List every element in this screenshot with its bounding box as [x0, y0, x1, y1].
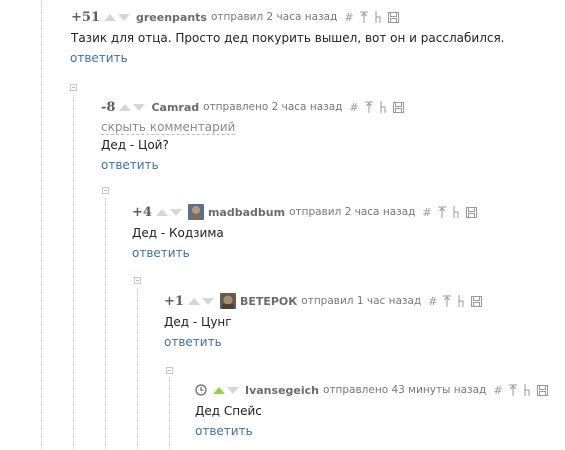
comment-rating: +51	[71, 9, 100, 25]
branch-icon[interactable]	[452, 206, 460, 218]
vote-up-icon[interactable]	[119, 103, 132, 111]
vote-down-icon[interactable]	[117, 13, 130, 21]
up-arrow-icon[interactable]	[359, 11, 368, 23]
vote-up-icon[interactable]	[155, 208, 168, 216]
comment-rating: -8	[101, 99, 116, 115]
comment-author[interactable]: madbadbum	[208, 206, 285, 219]
reply-link[interactable]: ответить	[164, 335, 222, 349]
save-icon[interactable]	[536, 384, 548, 396]
thread-line	[105, 198, 106, 450]
up-arrow-icon[interactable]	[437, 206, 446, 218]
comment-author[interactable]: ВЕТЕРОК	[240, 295, 297, 308]
hash-icon[interactable]: #	[344, 11, 353, 24]
hash-icon[interactable]: #	[422, 206, 431, 219]
vote-up-icon[interactable]	[187, 297, 200, 305]
comment-text: Дед - Цунг	[164, 315, 232, 329]
collapse-toggle[interactable]	[166, 367, 173, 374]
comment-header: +51 greenpants отправил 2 часа назад #	[71, 8, 505, 26]
comment-text: Дед - Цой?	[101, 138, 169, 152]
thread-line	[41, 0, 42, 450]
collapse-toggle[interactable]	[70, 84, 77, 91]
branch-icon[interactable]	[523, 384, 531, 396]
thread-line	[137, 288, 138, 450]
avatar[interactable]	[187, 204, 204, 220]
hash-icon[interactable]: #	[493, 384, 502, 397]
comment-text: Дед - Кодзима	[132, 226, 224, 240]
up-arrow-icon[interactable]	[443, 295, 452, 307]
comment: Ivansegeich отправлено 43 минуты назад #…	[195, 381, 548, 439]
hash-icon[interactable]: #	[428, 295, 437, 308]
reply-link[interactable]: ответить	[70, 51, 128, 65]
comment: -8 Camrad отправлено 2 часа назад # скры…	[101, 98, 404, 173]
comment-author[interactable]: Camrad	[151, 101, 199, 114]
comment-header: -8 Camrad отправлено 2 часа назад #	[101, 98, 404, 116]
vote-down-icon[interactable]	[201, 297, 214, 305]
thread-line	[169, 377, 170, 450]
vote-down-icon[interactable]	[169, 208, 182, 216]
vote-up-icon[interactable]	[103, 13, 116, 21]
hash-icon[interactable]: #	[349, 101, 358, 114]
comment-rating: +4	[132, 204, 152, 220]
reply-link[interactable]: ответить	[195, 424, 253, 438]
comment-time: отправил 1 час назад	[301, 295, 422, 307]
comment-author[interactable]: Ivansegeich	[245, 384, 319, 397]
comment-time: отправлено 43 минуты назад	[322, 384, 487, 396]
save-icon[interactable]	[465, 206, 477, 218]
comment: +1 ВЕТЕРОК отправил 1 час назад # Дед - …	[164, 292, 483, 350]
avatar[interactable]	[219, 293, 236, 309]
vote-up-icon[interactable]	[213, 386, 225, 394]
branch-icon[interactable]	[457, 295, 465, 307]
comment-author[interactable]: greenpants	[136, 11, 207, 24]
comment: +4 madbadbum отправил 2 часа назад # Дед…	[132, 203, 477, 261]
comment: +51 greenpants отправил 2 часа назад # Т…	[70, 8, 505, 66]
comment-text: Дед Спейс	[195, 404, 262, 418]
hide-comment-link[interactable]: скрыть комментарий	[101, 121, 236, 135]
comment-header: Ivansegeich отправлено 43 минуты назад #	[195, 381, 548, 399]
branch-icon[interactable]	[374, 11, 382, 23]
reply-link[interactable]: ответить	[101, 158, 159, 172]
save-icon[interactable]	[471, 295, 483, 307]
vote-down-icon[interactable]	[133, 103, 146, 111]
up-arrow-icon[interactable]	[364, 101, 373, 113]
comment-time: отправил 2 часа назад	[210, 11, 338, 23]
comment-header: +4 madbadbum отправил 2 часа назад #	[132, 203, 477, 221]
comment-header: +1 ВЕТЕРОК отправил 1 час назад #	[164, 292, 483, 310]
collapse-toggle[interactable]	[134, 277, 141, 284]
reply-link[interactable]: ответить	[132, 246, 190, 260]
thread-line	[73, 95, 74, 450]
collapse-toggle[interactable]	[102, 187, 109, 194]
branch-icon[interactable]	[379, 101, 387, 113]
comment-rating: +1	[164, 293, 184, 309]
clock-icon	[195, 384, 207, 396]
save-icon[interactable]	[387, 11, 399, 23]
comment-time: отправлено 2 часа назад	[203, 101, 343, 113]
vote-down-icon[interactable]	[227, 386, 239, 394]
comment-time: отправил 2 часа назад	[289, 206, 416, 218]
save-icon[interactable]	[392, 101, 404, 113]
up-arrow-icon[interactable]	[508, 384, 517, 396]
comment-text: Тазик для отца. Просто дед покурить выше…	[71, 31, 505, 45]
